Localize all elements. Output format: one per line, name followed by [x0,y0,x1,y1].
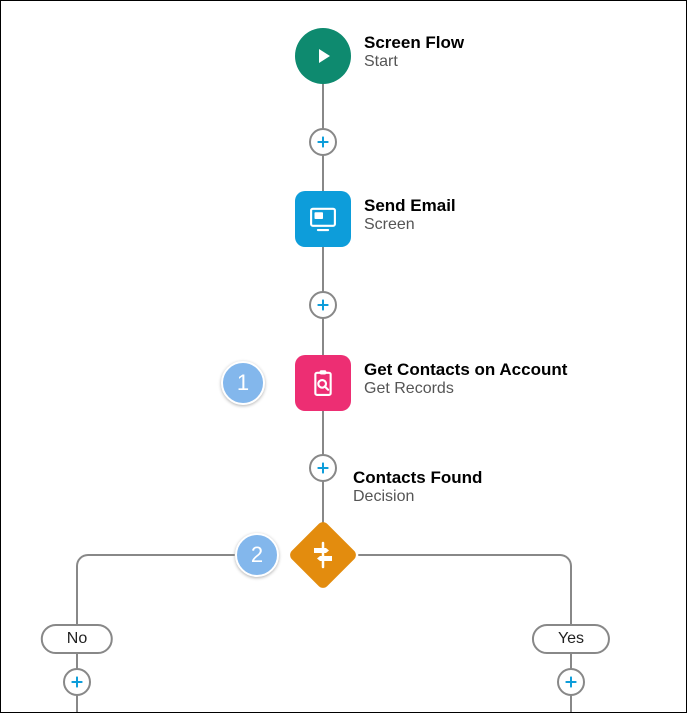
get-records-node[interactable] [295,355,351,411]
add-node-button[interactable] [63,668,91,696]
branch-corner [76,554,92,570]
badge-number: 2 [251,542,263,568]
step-badge-2: 2 [235,533,279,577]
plus-icon [69,674,85,690]
start-node[interactable] [295,28,351,84]
decision-subtitle: Decision [353,488,482,506]
get-records-subtitle: Get Records [364,380,567,398]
outcome-yes[interactable]: Yes [532,624,610,654]
add-node-button[interactable] [309,454,337,482]
start-title: Screen Flow [364,33,464,53]
branch-connector [90,554,235,556]
clipboard-search-icon [306,366,340,400]
add-node-button[interactable] [309,128,337,156]
decision-node[interactable] [288,520,359,591]
plus-icon [315,134,331,150]
plus-icon [563,674,579,690]
screen-subtitle: Screen [364,216,456,234]
decision-label: Contacts Found Decision [353,468,482,506]
start-subtitle: Start [364,53,464,71]
plus-icon [315,460,331,476]
get-records-label: Get Contacts on Account Get Records [364,360,567,398]
add-node-button[interactable] [309,291,337,319]
signpost-icon [308,540,338,570]
start-label: Screen Flow Start [364,33,464,71]
step-badge-1: 1 [221,361,265,405]
screen-icon [306,202,340,236]
decision-title: Contacts Found [353,468,482,488]
plus-icon [315,297,331,313]
screen-node[interactable] [295,191,351,247]
outcome-label: Yes [558,630,584,647]
outcome-label: No [67,630,87,647]
screen-title: Send Email [364,196,456,216]
play-icon [311,44,335,68]
branch-connector [358,554,558,556]
get-records-title: Get Contacts on Account [364,360,567,380]
flow-canvas: Screen Flow Start Send Email Screen 1 Ge… [0,0,687,713]
badge-number: 1 [237,370,249,396]
add-node-button[interactable] [557,668,585,696]
screen-label: Send Email Screen [364,196,456,234]
outcome-no[interactable]: No [41,624,113,654]
